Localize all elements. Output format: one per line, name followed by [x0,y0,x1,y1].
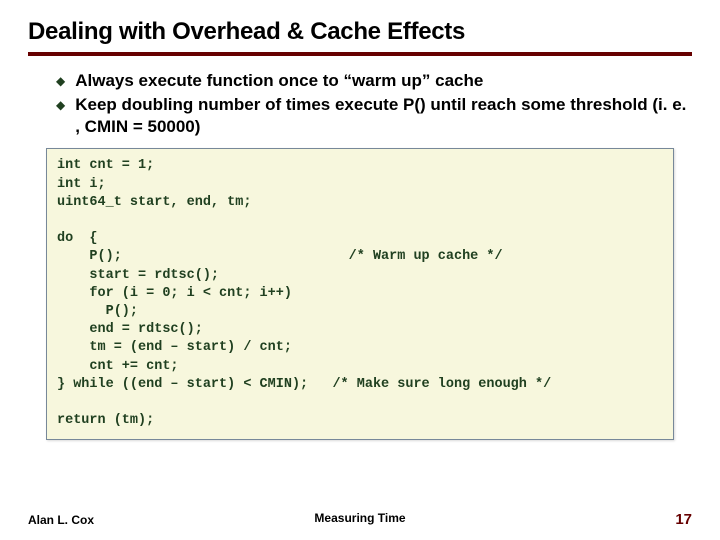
bullet-item: ◆ Always execute function once to “warm … [56,70,692,92]
bullet-item: ◆ Keep doubling number of times execute … [56,94,692,138]
slide-footer: Alan L. Cox Measuring Time 17 [28,511,692,528]
bullet-text: Always execute function once to “warm up… [75,70,483,92]
slide-title: Dealing with Overhead & Cache Effects [28,18,692,46]
diamond-icon: ◆ [56,98,65,112]
footer-author: Alan L. Cox [28,513,94,527]
bullet-text: Keep doubling number of times execute P(… [75,94,692,138]
slide: Dealing with Overhead & Cache Effects ◆ … [0,0,720,540]
footer-topic: Measuring Time [314,511,405,525]
page-number: 17 [675,511,692,528]
bullet-list: ◆ Always execute function once to “warm … [56,70,692,138]
title-underline [28,52,692,56]
code-block: int cnt = 1; int i; uint64_t start, end,… [46,148,674,439]
diamond-icon: ◆ [56,74,65,88]
